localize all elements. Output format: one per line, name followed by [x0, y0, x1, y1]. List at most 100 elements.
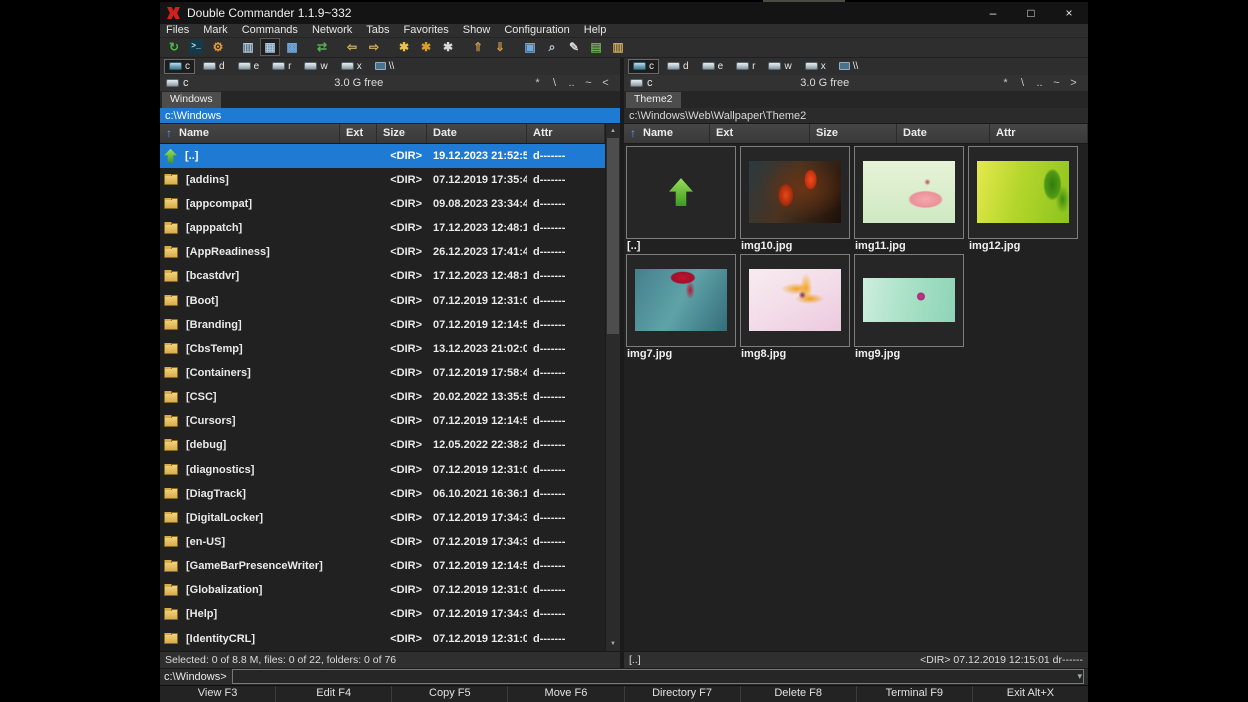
nav-button-history[interactable]: >: [1065, 77, 1082, 89]
nav-button-parent[interactable]: ..: [563, 77, 580, 89]
column-header-ext[interactable]: Ext: [710, 124, 810, 143]
invert-selection-icon[interactable]: ✱: [438, 38, 458, 56]
select-group-icon[interactable]: ✱: [394, 38, 414, 56]
drive-button-w[interactable]: w: [299, 59, 332, 74]
drive-button-e[interactable]: e: [697, 59, 729, 74]
full-view-icon[interactable]: ▦: [260, 38, 280, 56]
column-header-size[interactable]: Size: [810, 124, 897, 143]
swap-panels-icon[interactable]: ⇄: [312, 38, 332, 56]
file-row[interactable]: [Boot]<DIR>07.12.2019 12:31:03d-------: [160, 288, 605, 312]
command-history-dropdown-icon[interactable]: ▾: [1077, 669, 1082, 684]
file-row[interactable]: [bcastdvr]<DIR>17.12.2023 12:48:17d-----…: [160, 264, 605, 288]
options-icon[interactable]: ⚙: [208, 38, 228, 56]
file-row[interactable]: [..]<DIR>19.12.2023 21:52:53d-------: [160, 144, 605, 168]
file-row[interactable]: [Globalization]<DIR>07.12.2019 12:31:03d…: [160, 578, 605, 602]
file-row[interactable]: [CSC]<DIR>20.02.2022 13:35:56d-------: [160, 385, 605, 409]
minimize-button[interactable]: –: [974, 2, 1012, 24]
tab-windows[interactable]: Windows: [162, 92, 221, 108]
file-row[interactable]: [AppReadiness]<DIR>26.12.2023 17:41:40d-…: [160, 240, 605, 264]
column-header-date[interactable]: Date: [427, 124, 527, 143]
file-row[interactable]: [addins]<DIR>07.12.2019 17:35:43d-------: [160, 168, 605, 192]
file-row[interactable]: [IdentityCRL]<DIR>07.12.2019 12:31:03d--…: [160, 626, 605, 650]
nav-button-wildcard[interactable]: *: [529, 77, 546, 89]
menu-favorites[interactable]: Favorites: [404, 24, 449, 37]
column-header-attr[interactable]: Attr: [990, 124, 1088, 143]
scrollbar[interactable]: ▲ ▼: [605, 124, 620, 651]
extract-files-icon[interactable]: ⇓: [490, 38, 510, 56]
search-icon[interactable]: ⌕: [542, 38, 562, 56]
file-row[interactable]: [apppatch]<DIR>17.12.2023 12:48:17d-----…: [160, 216, 605, 240]
thumb-item[interactable]: [..]: [626, 146, 736, 253]
scroll-thumb[interactable]: [607, 138, 619, 334]
exit-alt-x-button[interactable]: Exit Alt+X: [972, 686, 1088, 702]
file-row[interactable]: [Cursors]<DIR>07.12.2019 12:14:54d------…: [160, 409, 605, 433]
copy-names-icon[interactable]: ▣: [520, 38, 540, 56]
menu-commands[interactable]: Commands: [242, 24, 298, 37]
file-row[interactable]: [Containers]<DIR>07.12.2019 17:58:40d---…: [160, 361, 605, 385]
maximize-button[interactable]: □: [1012, 2, 1050, 24]
tab-theme2[interactable]: Theme2: [626, 92, 681, 108]
edit-f4-button[interactable]: Edit F4: [275, 686, 391, 702]
path-bar-left[interactable]: c:\Windows: [160, 108, 620, 124]
thumbnails-view-icon[interactable]: ▩: [282, 38, 302, 56]
nav-button-parent[interactable]: ..: [1031, 77, 1048, 89]
drive-button-e[interactable]: e: [233, 59, 265, 74]
nav-button-home[interactable]: ~: [580, 77, 597, 89]
nav-button-root[interactable]: \: [546, 77, 563, 89]
menu-help[interactable]: Help: [584, 24, 607, 37]
drive-button-x[interactable]: x: [336, 59, 367, 74]
drive-button-d[interactable]: d: [198, 59, 230, 74]
edit-file-icon[interactable]: ✎: [564, 38, 584, 56]
scroll-up-icon[interactable]: ▲: [606, 124, 620, 138]
scroll-down-icon[interactable]: ▼: [606, 637, 620, 651]
column-header-size[interactable]: Size: [377, 124, 427, 143]
thumb-item[interactable]: img12.jpg: [968, 146, 1078, 253]
pack-files-icon[interactable]: ⇑: [468, 38, 488, 56]
menu-configuration[interactable]: Configuration: [504, 24, 569, 37]
file-row[interactable]: [en-US]<DIR>07.12.2019 17:34:32d-------: [160, 530, 605, 554]
copy-f5-button[interactable]: Copy F5: [391, 686, 507, 702]
column-header-attr[interactable]: Attr: [527, 124, 605, 143]
column-header-ext[interactable]: Ext: [340, 124, 377, 143]
file-row[interactable]: [GameBarPresenceWriter]<DIR>07.12.2019 1…: [160, 554, 605, 578]
menu-tabs[interactable]: Tabs: [366, 24, 389, 37]
drive-button-d[interactable]: d: [662, 59, 694, 74]
menu-mark[interactable]: Mark: [203, 24, 227, 37]
network-button[interactable]: \\: [834, 59, 864, 74]
thumb-item[interactable]: img8.jpg: [740, 254, 850, 361]
column-header-name[interactable]: ↑Name: [160, 124, 340, 143]
open-dir-left-icon[interactable]: ⇦: [342, 38, 362, 56]
thumb-item[interactable]: img7.jpg: [626, 254, 736, 361]
file-row[interactable]: [DiagTrack]<DIR>06.10.2021 16:36:17d----…: [160, 482, 605, 506]
column-header-date[interactable]: Date: [897, 124, 990, 143]
unselect-group-icon[interactable]: ✱: [416, 38, 436, 56]
close-button[interactable]: ×: [1050, 2, 1088, 24]
thumb-item[interactable]: img10.jpg: [740, 146, 850, 253]
column-header-name[interactable]: ↑Name: [624, 124, 710, 143]
menu-network[interactable]: Network: [312, 24, 352, 37]
drive-button-r[interactable]: r: [267, 59, 296, 74]
thumb-item[interactable]: img9.jpg: [854, 254, 964, 361]
view-f3-button[interactable]: View F3: [160, 686, 275, 702]
nav-button-root[interactable]: \: [1014, 77, 1031, 89]
file-row[interactable]: [appcompat]<DIR>09.08.2023 23:34:49d----…: [160, 192, 605, 216]
path-bar-right[interactable]: c:\Windows\Web\Wallpaper\Theme2: [624, 108, 1088, 124]
file-row[interactable]: [Branding]<DIR>07.12.2019 12:14:52d-----…: [160, 313, 605, 337]
file-row[interactable]: [debug]<DIR>12.05.2022 22:38:23d-------: [160, 433, 605, 457]
drive-button-x[interactable]: x: [800, 59, 831, 74]
file-row[interactable]: [Help]<DIR>07.12.2019 17:34:32d-------: [160, 602, 605, 626]
network-button[interactable]: \\: [370, 59, 400, 74]
sync-dirs-icon[interactable]: ▥: [608, 38, 628, 56]
menu-show[interactable]: Show: [463, 24, 491, 37]
drive-button-w[interactable]: w: [763, 59, 796, 74]
thumb-item[interactable]: img11.jpg: [854, 146, 964, 253]
terminal-icon[interactable]: >_: [186, 38, 206, 56]
open-dir-right-icon[interactable]: ⇨: [364, 38, 384, 56]
nav-button-wildcard[interactable]: *: [997, 77, 1014, 89]
directory-f7-button[interactable]: Directory F7: [624, 686, 740, 702]
folder-hotlist-icon[interactable]: ▤: [586, 38, 606, 56]
delete-f8-button[interactable]: Delete F8: [740, 686, 856, 702]
menu-files[interactable]: Files: [166, 24, 189, 37]
nav-button-home[interactable]: ~: [1048, 77, 1065, 89]
file-row[interactable]: [DigitalLocker]<DIR>07.12.2019 17:34:32d…: [160, 506, 605, 530]
